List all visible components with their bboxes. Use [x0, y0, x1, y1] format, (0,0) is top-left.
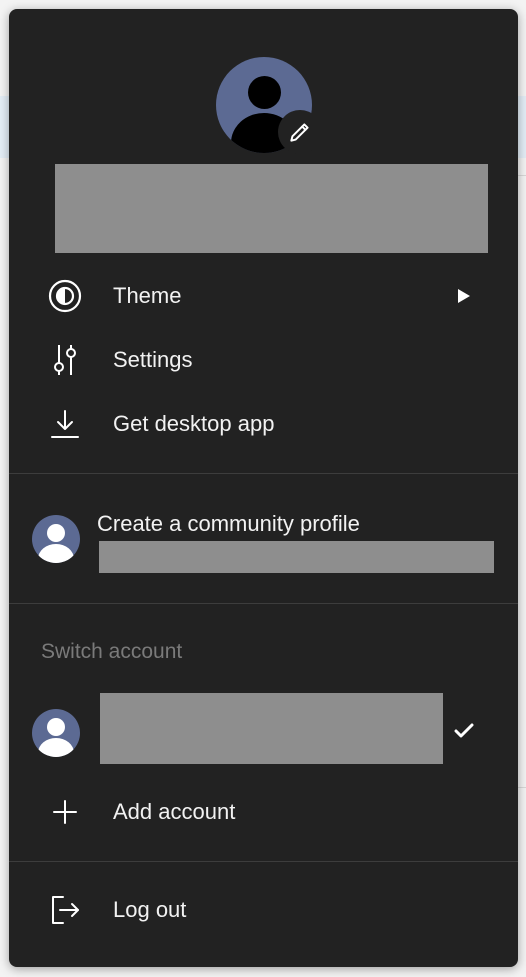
log-out-button[interactable]: Log out	[9, 882, 518, 938]
account-menu: Theme Settings Get desktop app Create a …	[9, 9, 518, 967]
add-account-button[interactable]: Add account	[9, 784, 518, 840]
submenu-arrow-icon	[458, 289, 470, 303]
log-out-label: Log out	[113, 897, 187, 922]
theme-icon	[45, 276, 85, 316]
redacted-community-subtitle	[99, 541, 494, 573]
menu-item-label: Settings	[113, 347, 193, 372]
log-out-icon	[45, 890, 85, 930]
menu-item-get-desktop-app[interactable]: Get desktop app	[9, 396, 518, 452]
redacted-account-details	[100, 693, 443, 764]
switch-account-heading: Switch account	[41, 640, 183, 663]
menu-item-label: Get desktop app	[113, 411, 275, 436]
pencil-icon	[290, 123, 309, 142]
add-account-label: Add account	[113, 799, 236, 824]
menu-item-settings[interactable]: Settings	[9, 332, 518, 388]
menu-item-theme[interactable]: Theme	[9, 268, 518, 324]
redacted-profile-name	[55, 164, 488, 253]
account-avatar	[32, 709, 80, 757]
divider	[9, 861, 518, 862]
plus-icon	[45, 792, 85, 832]
community-profile-row[interactable]: Create a community profile	[9, 487, 518, 597]
divider	[9, 603, 518, 604]
checkmark-icon	[454, 723, 474, 738]
account-row[interactable]	[9, 689, 518, 769]
community-avatar	[32, 515, 80, 563]
divider	[9, 473, 518, 474]
community-profile-title: Create a community profile	[97, 511, 360, 536]
edit-avatar-button[interactable]	[278, 110, 322, 154]
profile-avatar[interactable]	[216, 57, 322, 154]
menu-item-label: Theme	[113, 283, 182, 308]
download-icon	[45, 404, 85, 444]
sliders-icon	[45, 340, 85, 380]
